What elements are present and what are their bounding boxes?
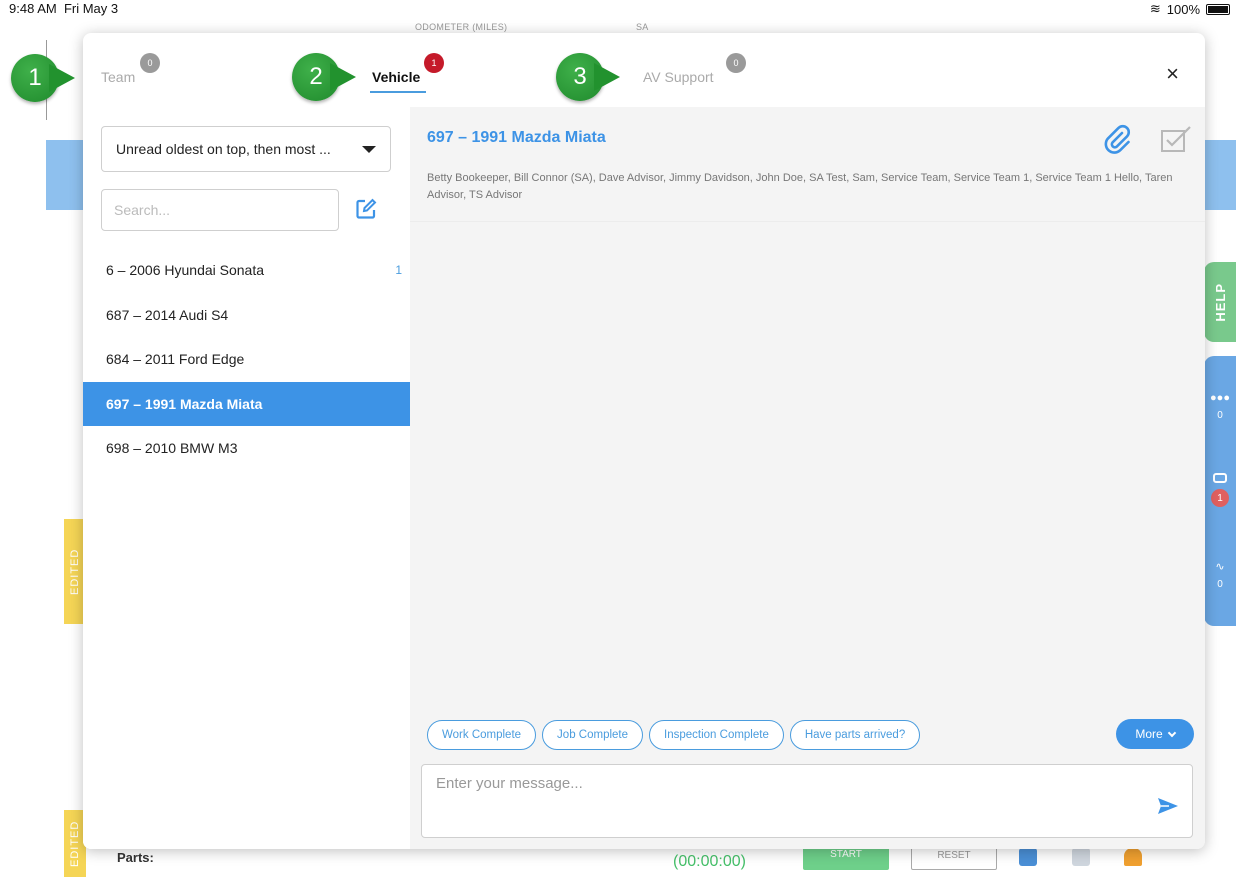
camera-icon[interactable]: [1019, 848, 1037, 866]
tab-av-support-badge: 0: [726, 53, 746, 73]
rail-support-count: 0: [1217, 578, 1223, 590]
tab-team-badge: 0: [140, 53, 160, 73]
help-tab[interactable]: HELP: [1204, 262, 1236, 342]
list-item[interactable]: 6 – 2006 Hyundai Sonata 1: [83, 248, 410, 293]
list-item-label: 6 – 2006 Hyundai Sonata: [106, 262, 265, 279]
paperclip-icon[interactable]: [1102, 121, 1132, 155]
conversation-sidebar: Unread oldest on top, then most ... 6 – …: [83, 107, 410, 849]
active-tab-underline: [370, 91, 426, 93]
list-item[interactable]: 698 – 2010 BMW M3: [83, 426, 410, 471]
callout-1: 1: [11, 53, 75, 103]
mark-complete-icon[interactable]: [1160, 125, 1192, 153]
quick-reply-job-complete[interactable]: Job Complete: [542, 720, 644, 750]
more-button-label: More: [1135, 727, 1163, 741]
list-item-label: 697 – 1991 Mazda Miata: [106, 395, 263, 412]
unread-count: 1: [395, 263, 402, 278]
list-item-label: 687 – 2014 Audi S4: [106, 306, 229, 323]
quick-reply-inspection-complete[interactable]: Inspection Complete: [649, 720, 784, 750]
message-area: [410, 222, 1205, 712]
list-item[interactable]: 684 – 2011 Ford Edge: [83, 337, 410, 382]
car-icon: [1213, 473, 1227, 484]
callout-arrow-icon: [330, 63, 356, 91]
more-button[interactable]: More: [1116, 719, 1194, 749]
notes-icon[interactable]: [1072, 848, 1090, 866]
rail-team-count: 0: [1217, 410, 1223, 422]
conversation-header: 697 – 1991 Mazda Miata Betty Bookeeper, …: [410, 107, 1205, 222]
sort-select[interactable]: Unread oldest on top, then most ...: [101, 126, 391, 172]
search-input[interactable]: [101, 189, 339, 231]
start-button[interactable]: START: [803, 846, 889, 870]
status-indicators: ≋ 100%: [1150, 1, 1230, 17]
tab-team[interactable]: Team: [101, 69, 135, 85]
wifi-icon: ≋: [1149, 1, 1161, 16]
send-icon[interactable]: [1157, 797, 1179, 815]
tab-bar: Team 0 Vehicle 1 AV Support 0 ×: [83, 33, 1205, 107]
conversation-panel: 697 – 1991 Mazda Miata Betty Bookeeper, …: [410, 107, 1205, 849]
conversation-list: 6 – 2006 Hyundai Sonata 1 687 – 2014 Aud…: [83, 248, 410, 471]
list-item-label: 698 – 2010 BMW M3: [106, 440, 238, 457]
callout-3: 3: [556, 52, 620, 102]
status-bar: 9:48 AM Fri May 3 ≋ 100%: [0, 0, 1236, 22]
timer-readout: (00:00:00): [673, 853, 746, 870]
callout-arrow-icon: [49, 64, 75, 92]
sort-select-value: Unread oldest on top, then most ...: [116, 141, 331, 157]
battery-percent: 100%: [1166, 1, 1200, 17]
messaging-modal: Team 0 Vehicle 1 AV Support 0 × Unread o…: [83, 33, 1205, 849]
sa-caption: SA: [636, 22, 649, 32]
tab-vehicle-badge: 1: [424, 53, 444, 73]
rail-vehicle-badge: 1: [1211, 489, 1229, 508]
team-icon: ●●●: [1210, 392, 1230, 405]
reset-button[interactable]: RESET: [911, 846, 997, 870]
list-item-selected[interactable]: 697 – 1991 Mazda Miata: [83, 381, 410, 426]
parts-label: Parts:: [117, 850, 154, 865]
compose-icon[interactable]: [355, 198, 377, 220]
bell-icon[interactable]: [1124, 848, 1142, 866]
conversation-title: 697 – 1991 Mazda Miata: [427, 129, 606, 146]
odometer-caption: ODOMETER (MILES): [415, 22, 508, 32]
rail-team[interactable]: ●●● 0: [1210, 392, 1230, 421]
message-input[interactable]: [421, 764, 1193, 838]
status-time: 9:48 AM Fri May 3: [9, 1, 119, 16]
side-rail: ●●● 0 1 ∿ 0: [1204, 356, 1236, 626]
rail-support[interactable]: ∿ 0: [1215, 560, 1224, 590]
callout-2: 2: [292, 52, 356, 102]
rail-vehicle[interactable]: 1: [1211, 473, 1229, 508]
tab-av-support[interactable]: AV Support: [643, 69, 714, 85]
callout-arrow-icon: [594, 63, 620, 91]
list-item-label: 684 – 2011 Ford Edge: [106, 351, 245, 368]
quick-reply-parts-arrived[interactable]: Have parts arrived?: [789, 720, 921, 750]
pulse-icon: ∿: [1215, 560, 1225, 573]
tab-vehicle[interactable]: Vehicle: [372, 69, 420, 85]
list-item[interactable]: 687 – 2014 Audi S4: [83, 293, 410, 338]
caret-down-icon: [362, 145, 376, 153]
battery-icon: [1206, 3, 1230, 15]
quick-reply-work-complete[interactable]: Work Complete: [427, 720, 537, 750]
participants-list: Betty Bookeeper, Bill Connor (SA), Dave …: [427, 172, 1173, 201]
quick-replies: Work Complete Job Complete Inspection Co…: [427, 720, 921, 750]
chevron-down-icon: [1167, 728, 1176, 737]
close-button[interactable]: ×: [1166, 63, 1179, 85]
